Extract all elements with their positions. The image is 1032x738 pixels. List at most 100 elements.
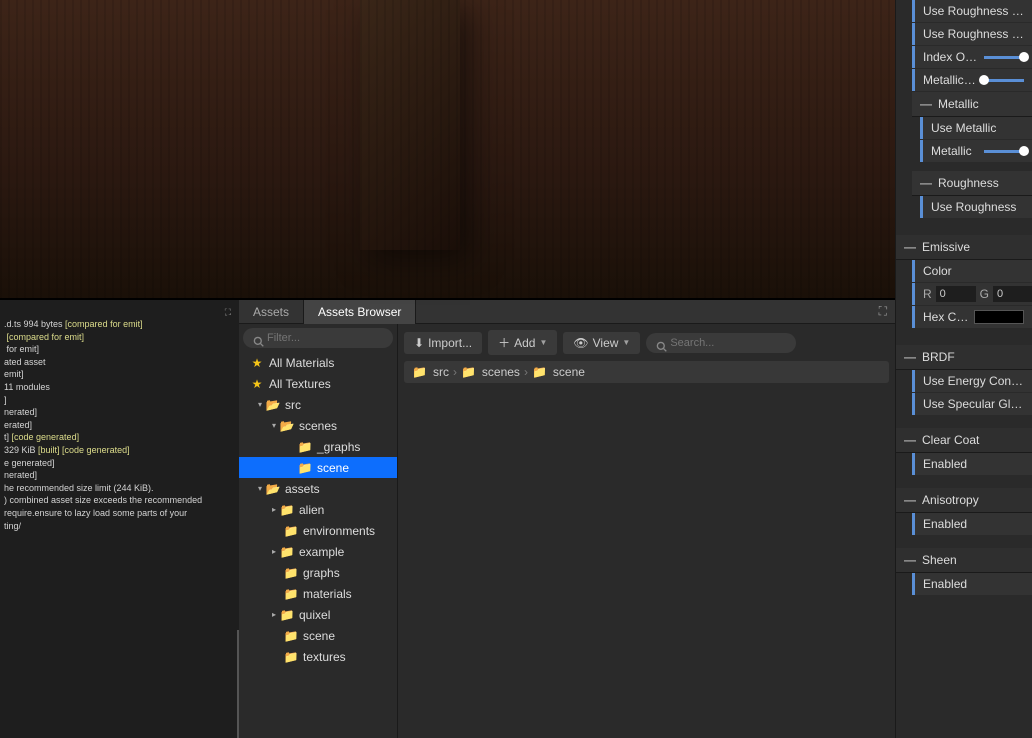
prop-color: Color xyxy=(912,260,1032,282)
console-line: e generated] xyxy=(4,457,235,470)
prop-use-metallic[interactable]: Use Metallic xyxy=(920,117,1032,139)
folder-icon: 📁 xyxy=(283,629,299,643)
folder-icon: 📁 xyxy=(412,365,427,379)
crumb-src[interactable]: src xyxy=(433,365,449,379)
folder-icon: 📁 xyxy=(461,365,476,379)
prop-anisotropy-enabled[interactable]: Enabled xyxy=(912,513,1032,535)
prop-hex-color[interactable]: Hex Color xyxy=(912,306,1032,328)
properties-panel: Use Roughness From Meta Use Roughness Fr… xyxy=(895,0,1032,738)
search-icon xyxy=(253,334,264,348)
console-line: require.ensure to lazy load some parts o… xyxy=(4,507,235,520)
folder-icon: 📁 xyxy=(297,461,313,475)
prop-use-roughness[interactable]: Use Roughness xyxy=(920,196,1032,218)
browser-content[interactable] xyxy=(398,383,895,738)
folder-icon: 📁 xyxy=(283,566,299,580)
console-line: for emit] xyxy=(4,343,235,356)
tree-src[interactable]: ▾📂src xyxy=(239,394,397,415)
console-line: erated] xyxy=(4,419,235,432)
filter-input[interactable] xyxy=(243,328,393,348)
tree-materials[interactable]: 📁materials xyxy=(239,583,397,604)
add-button[interactable]: ＋Add▼ xyxy=(488,330,557,355)
minus-icon: — xyxy=(920,176,932,190)
console-line: ated asset xyxy=(4,356,235,369)
minus-icon: — xyxy=(904,350,916,364)
console-panel: ⛶ .d.ts 994 bytes [compared for emit] [c… xyxy=(0,300,239,738)
r-label: R xyxy=(923,287,932,301)
prop-index-of-refraction[interactable]: Index Of Refr xyxy=(912,46,1032,68)
tree-assets[interactable]: ▾📂assets xyxy=(239,478,397,499)
prop-use-roughness-meta-1[interactable]: Use Roughness From Meta xyxy=(912,0,1032,22)
caret-down-icon: ▼ xyxy=(622,338,630,347)
chevron-right-icon: › xyxy=(524,365,528,379)
console-line: ) combined asset size exceeds the recomm… xyxy=(4,494,235,507)
tree-environments[interactable]: 📁environments xyxy=(239,520,397,541)
section-anisotropy[interactable]: —Anisotropy xyxy=(896,488,1032,513)
section-brdf[interactable]: —BRDF xyxy=(896,345,1032,370)
chevron-right-icon: ▸ xyxy=(269,547,279,556)
section-sheen[interactable]: —Sheen xyxy=(896,548,1032,573)
slider[interactable] xyxy=(984,79,1024,82)
prop-clearcoat-enabled[interactable]: Enabled xyxy=(912,453,1032,475)
tree-textures[interactable]: 📁textures xyxy=(239,646,397,667)
tree-scene[interactable]: 📁scene xyxy=(239,457,397,478)
prop-specular-glossiness[interactable]: Use Specular Glossiness In xyxy=(912,393,1032,415)
console-line: he recommended size limit (244 KiB). xyxy=(4,482,235,495)
minus-icon: — xyxy=(920,97,932,111)
minus-icon: — xyxy=(904,553,916,567)
minus-icon: — xyxy=(904,240,916,254)
search-input[interactable] xyxy=(646,333,796,353)
expand-icon[interactable]: ⛶ xyxy=(225,306,231,319)
console-line: t] [code generated] xyxy=(4,431,235,444)
tree-all-materials[interactable]: ★All Materials xyxy=(239,352,397,373)
folder-icon: 📁 xyxy=(283,587,299,601)
prop-color-rgb[interactable]: R G xyxy=(912,283,1032,305)
console-line: 329 KiB [built] [code generated] xyxy=(4,444,235,457)
folder-icon: 📁 xyxy=(279,608,295,622)
expand-icon[interactable]: ⛶ xyxy=(879,304,887,319)
tree-graphs[interactable]: 📁_graphs xyxy=(239,436,397,457)
assets-panel: Assets Assets Browser ⛶ xyxy=(239,300,895,738)
plus-icon: ＋ xyxy=(498,334,510,351)
tree-quixel[interactable]: ▸📁quixel xyxy=(239,604,397,625)
section-roughness[interactable]: —Roughness xyxy=(912,171,1032,196)
section-metallic[interactable]: —Metallic xyxy=(912,92,1032,117)
tree-scene2[interactable]: 📁scene xyxy=(239,625,397,646)
crumb-scene[interactable]: scene xyxy=(553,365,585,379)
chevron-down-icon: ▾ xyxy=(269,421,279,430)
import-button[interactable]: ⬇Import... xyxy=(404,332,482,354)
g-input[interactable] xyxy=(993,286,1032,302)
folder-icon: 📁 xyxy=(532,365,547,379)
search-icon xyxy=(656,339,667,353)
crumb-scenes[interactable]: scenes xyxy=(482,365,520,379)
section-clear-coat[interactable]: —Clear Coat xyxy=(896,428,1032,453)
r-input[interactable] xyxy=(936,286,976,302)
prop-sheen-enabled[interactable]: Enabled xyxy=(912,573,1032,595)
console-line: ting/ xyxy=(4,520,235,533)
folder-open-icon: 📂 xyxy=(279,419,295,433)
slider[interactable] xyxy=(984,56,1024,59)
tree-scenes[interactable]: ▾📂scenes xyxy=(239,415,397,436)
tree-example[interactable]: ▸📁example xyxy=(239,541,397,562)
minus-icon: — xyxy=(904,493,916,507)
prop-energy-conservation[interactable]: Use Energy Conservation xyxy=(912,370,1032,392)
console-line: 11 modules xyxy=(4,381,235,394)
breadcrumb: 📁src › 📁scenes › 📁scene xyxy=(404,361,889,383)
tree-all-textures[interactable]: ★All Textures xyxy=(239,373,397,394)
tab-assets-browser[interactable]: Assets Browser xyxy=(304,300,416,324)
minus-icon: — xyxy=(904,433,916,447)
prop-use-roughness-meta-2[interactable]: Use Roughness From Meta xyxy=(912,23,1032,45)
slider[interactable] xyxy=(984,150,1024,153)
prop-metallic-f0[interactable]: Metallic F0 F xyxy=(912,69,1032,91)
section-emissive[interactable]: —Emissive xyxy=(896,235,1032,260)
console-line: nerated] xyxy=(4,406,235,419)
tree-graphs2[interactable]: 📁graphs xyxy=(239,562,397,583)
tab-assets[interactable]: Assets xyxy=(239,300,304,324)
star-icon: ★ xyxy=(249,377,265,391)
folder-icon: 📁 xyxy=(283,650,299,664)
viewport-3d[interactable] xyxy=(0,0,895,300)
hex-swatch[interactable] xyxy=(974,310,1024,324)
prop-metallic-slider[interactable]: Metallic xyxy=(920,140,1032,162)
tree-alien[interactable]: ▸📁alien xyxy=(239,499,397,520)
view-button[interactable]: 👁View▼ xyxy=(563,332,640,354)
asset-tree: ★All Materials ★All Textures ▾📂src ▾📂sce… xyxy=(239,352,397,738)
